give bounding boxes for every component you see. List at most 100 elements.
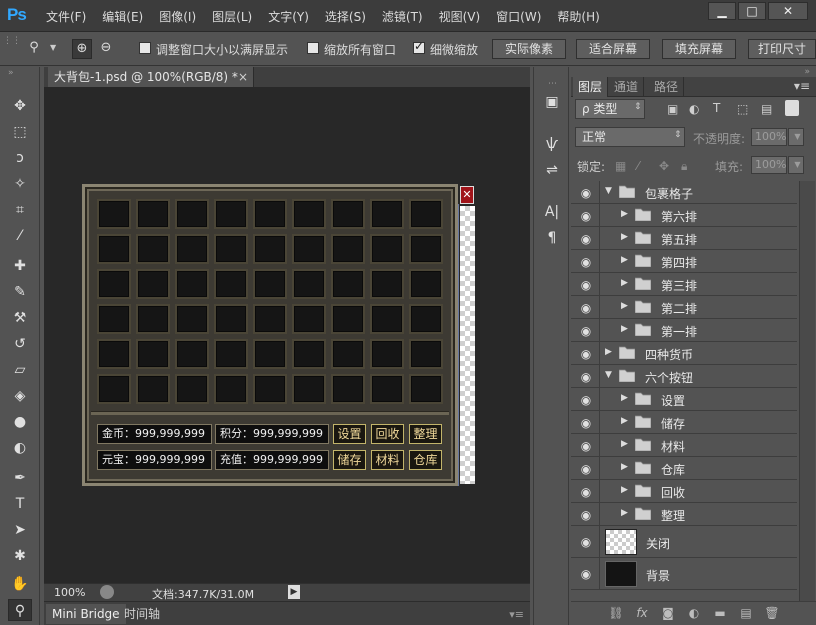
zoom-in-icon[interactable]: ⊕: [72, 39, 92, 59]
tab-timeline[interactable]: 时间轴: [118, 604, 166, 624]
lock-transparent-icon[interactable]: ▦: [615, 159, 626, 173]
visibility-eye-icon[interactable]: ◉: [579, 462, 593, 476]
layer-row[interactable]: ◉ 背景: [571, 558, 797, 590]
lasso-tool-icon[interactable]: ↄ: [8, 147, 32, 169]
menu-item-6[interactable]: 滤镜(T): [382, 8, 423, 25]
expand-triangle-icon[interactable]: ▶: [621, 393, 628, 403]
new-group-icon[interactable]: ▬: [711, 606, 729, 622]
visibility-eye-icon[interactable]: ◉: [579, 393, 593, 407]
filter-shape-icon[interactable]: ⬚: [737, 102, 748, 116]
paragraph-panel-icon[interactable]: ¶: [540, 227, 564, 249]
visibility-eye-icon[interactable]: ◉: [579, 186, 593, 200]
filter-type-icon[interactable]: T: [713, 101, 720, 115]
expand-triangle-icon[interactable]: ▶: [621, 209, 628, 219]
crop-tool-icon[interactable]: ⌗: [8, 199, 32, 221]
visibility-eye-icon[interactable]: ◉: [579, 535, 593, 549]
menu-item-1[interactable]: 编辑(E): [102, 8, 143, 25]
visibility-eye-icon[interactable]: ◉: [579, 508, 593, 522]
lock-pixels-icon[interactable]: ⁄: [637, 159, 639, 173]
layer-row[interactable]: ◉ ▶ 设置: [571, 388, 797, 411]
expand-triangle-icon[interactable]: ▶: [621, 324, 628, 334]
history-brush-tool-icon[interactable]: ↺: [8, 333, 32, 355]
layer-row[interactable]: ◉ ▶ 第二排: [571, 296, 797, 319]
character-panel-icon[interactable]: A|: [540, 201, 564, 223]
fill-dropdown-icon[interactable]: ▼: [788, 156, 804, 174]
zoom-all-windows-checkbox[interactable]: [307, 42, 319, 54]
tab-channels[interactable]: 通道: [609, 77, 645, 97]
healing-brush-tool-icon[interactable]: ✚: [8, 255, 32, 277]
layer-row[interactable]: ◉ ▼ 六个按钮: [571, 365, 797, 388]
menu-item-0[interactable]: 文件(F): [46, 8, 86, 25]
tab-mini-bridge[interactable]: Mini Bridge: [46, 604, 126, 624]
expand-triangle-icon[interactable]: ▶: [621, 232, 628, 242]
print-size-button[interactable]: 打印尺寸: [748, 39, 816, 59]
visibility-eye-icon[interactable]: ◉: [579, 439, 593, 453]
filter-adjustment-icon[interactable]: ◐: [689, 102, 699, 116]
close-window-button[interactable]: ✕: [768, 2, 808, 20]
fit-screen-button[interactable]: 适合屏幕: [576, 39, 650, 59]
play-arrow-icon[interactable]: ▶: [288, 585, 300, 599]
blend-mode-select[interactable]: 正常: [575, 127, 685, 147]
fill-input[interactable]: 100%: [751, 156, 787, 174]
visibility-eye-icon[interactable]: ◉: [579, 567, 593, 581]
layer-row[interactable]: ◉ ▶ 储存: [571, 411, 797, 434]
resize-windows-checkbox[interactable]: [139, 42, 151, 54]
expand-triangle-icon[interactable]: ▶: [621, 278, 628, 288]
blur-tool-icon[interactable]: ●: [8, 411, 32, 433]
type-tool-icon[interactable]: T: [8, 493, 32, 515]
collapse-triangle-icon[interactable]: ▼: [605, 370, 612, 380]
visibility-eye-icon[interactable]: ◉: [579, 416, 593, 430]
history-panel-icon[interactable]: ▣: [540, 91, 564, 113]
adjustment-layer-icon[interactable]: ◐: [685, 606, 703, 622]
menu-item-9[interactable]: 帮助(H): [557, 8, 599, 25]
menu-item-2[interactable]: 图像(I): [159, 8, 196, 25]
document-tab[interactable]: 大背包-1.psd @ 100%(RGB/8) * ×: [48, 67, 254, 87]
zoom-tool-preset-icon[interactable]: ⚲: [24, 39, 44, 59]
menu-item-7[interactable]: 视图(V): [439, 8, 481, 25]
layer-row[interactable]: ◉ ▶ 仓库: [571, 457, 797, 480]
opacity-dropdown-icon[interactable]: ▼: [788, 128, 804, 146]
panel-menu-icon[interactable]: ▾≡: [794, 79, 810, 93]
delete-layer-icon[interactable]: 🗑︎: [763, 606, 781, 622]
eyedropper-tool-icon[interactable]: ⁄: [8, 225, 32, 247]
layer-row[interactable]: ◉ ▶ 第三排: [571, 273, 797, 296]
eraser-tool-icon[interactable]: ▱: [8, 359, 32, 381]
expand-icon[interactable]: »: [8, 68, 14, 78]
layer-row[interactable]: ◉ ▼ 包裹格子: [571, 181, 797, 204]
brush-tool-icon[interactable]: ✎: [8, 281, 32, 303]
layer-row[interactable]: ◉ ▶ 四种货币: [571, 342, 797, 365]
minimize-button[interactable]: ▁: [708, 2, 736, 20]
visibility-eye-icon[interactable]: ◉: [579, 301, 593, 315]
visibility-eye-icon[interactable]: ◉: [579, 209, 593, 223]
zoom-level[interactable]: 100%: [54, 586, 85, 599]
expand-triangle-icon[interactable]: ▶: [621, 462, 628, 472]
layer-style-icon[interactable]: fx: [633, 606, 651, 622]
layer-row[interactable]: ◉ ▶ 第一排: [571, 319, 797, 342]
layer-row[interactable]: ◉ ▶ 材料: [571, 434, 797, 457]
menu-item-5[interactable]: 选择(S): [325, 8, 366, 25]
new-layer-icon[interactable]: ▤: [737, 606, 755, 622]
visibility-eye-icon[interactable]: ◉: [579, 370, 593, 384]
stamp-tool-icon[interactable]: ⚒: [8, 307, 32, 329]
tab-paths[interactable]: 路径: [649, 77, 685, 97]
layer-row[interactable]: ◉ 关闭: [571, 526, 797, 558]
filter-smart-object-icon[interactable]: ▤: [761, 102, 772, 116]
expand-triangle-icon[interactable]: ▶: [621, 508, 628, 518]
expand-triangle-icon[interactable]: ▶: [621, 439, 628, 449]
magic-wand-tool-icon[interactable]: ✧: [8, 173, 32, 195]
visibility-eye-icon[interactable]: ◉: [579, 485, 593, 499]
visibility-eye-icon[interactable]: ◉: [579, 232, 593, 246]
pen-tool-icon[interactable]: ✒: [8, 467, 32, 489]
expand-triangle-icon[interactable]: ▶: [621, 485, 628, 495]
marquee-tool-icon[interactable]: ⬚: [8, 121, 32, 143]
expand-triangle-icon[interactable]: ▶: [621, 301, 628, 311]
visibility-eye-icon[interactable]: ◉: [579, 347, 593, 361]
lock-position-icon[interactable]: ✥: [659, 159, 669, 173]
layer-row[interactable]: ◉ ▶ 回收: [571, 480, 797, 503]
hand-tool-icon[interactable]: ✋: [8, 573, 32, 595]
adjustments-panel-icon[interactable]: ⇌: [540, 159, 564, 181]
move-tool-icon[interactable]: ✥: [8, 95, 32, 117]
layer-row[interactable]: ◉ ▶ 第五排: [571, 227, 797, 250]
scrubby-zoom-checkbox[interactable]: [413, 39, 425, 54]
actual-pixels-button[interactable]: 实际像素: [492, 39, 566, 59]
